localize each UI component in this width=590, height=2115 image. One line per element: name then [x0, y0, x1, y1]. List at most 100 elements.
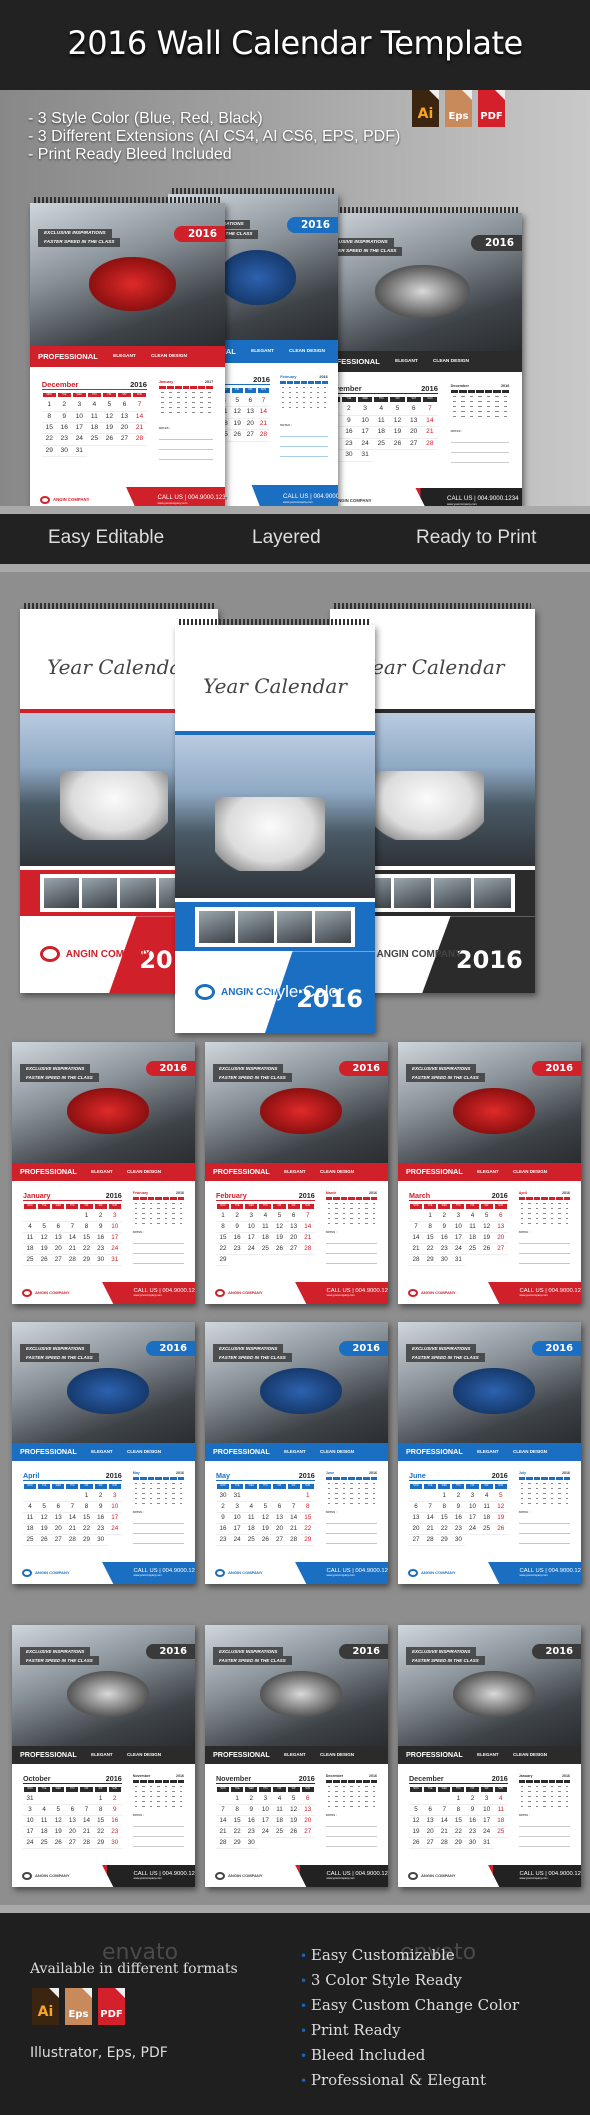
mini-calendar: July 2016	[518, 1471, 571, 1507]
day-cell: 7	[286, 1502, 301, 1514]
band-professional: PROFESSIONAL	[20, 1167, 77, 1177]
notes-label: NOTES :	[450, 429, 463, 433]
day-cells: 30 31 1 2 3 4 5 6 7 8 9 10 11 12 13 14 15 16 17 18 19 20 21 22 2…	[215, 1491, 315, 1546]
day-cell	[37, 1491, 52, 1503]
call-us-text: CALL US | 004.9000.1234	[157, 494, 226, 502]
band-elegant: ELEGANT	[251, 348, 274, 354]
day-cell: 12	[258, 1513, 273, 1524]
tagline: EXCLUSIVE INSPIRATIONS	[213, 1343, 284, 1353]
company-name: ANGIN COMPANY	[335, 497, 372, 503]
month-year: 2016	[130, 379, 147, 389]
day-cell: 4	[244, 1502, 259, 1514]
month-year: 2016	[298, 1191, 315, 1201]
month-name: April	[22, 1471, 40, 1481]
month-year: 2016	[491, 1774, 508, 1784]
day-cell: 29	[451, 1838, 466, 1849]
day-cell: 1	[41, 400, 57, 412]
month-grid: November2016MONTUEWEDTHUFRISATSUN1234567…	[324, 384, 438, 462]
band-clean-design: CLEAN DESIGN	[127, 1449, 162, 1455]
mini-weekday-label	[140, 1477, 147, 1481]
notes-label: NOTES :	[518, 1230, 530, 1234]
day-cell: 7	[256, 396, 270, 408]
tagline: FASTER SPEED IN THE CLASS	[20, 1352, 99, 1362]
year-badge: 2016	[531, 1341, 581, 1357]
day-cell: 26	[389, 439, 406, 451]
mini-weekday-label	[166, 385, 174, 389]
day-cell: 14	[437, 1816, 452, 1827]
mini-weekday-label	[355, 1477, 363, 1481]
mini-weekday-label	[147, 1197, 155, 1201]
mini-month-year: 2016	[369, 1191, 377, 1196]
day-cell: 10	[451, 1222, 466, 1234]
day-cell	[65, 1211, 80, 1223]
notes-area: NOTES :	[325, 1511, 377, 1544]
tagline: EXCLUSIVE INSPIRATIONS	[20, 1063, 91, 1073]
mini-week-row	[326, 1222, 377, 1226]
day-cell: 4	[37, 1805, 52, 1817]
mini-weekday-label	[190, 385, 198, 389]
notes-line	[158, 459, 214, 461]
band-clean-design: CLEAN DESIGN	[320, 1449, 355, 1455]
day-cell	[51, 1491, 66, 1503]
day-cell: 24	[230, 1535, 245, 1546]
day-cell: 30	[56, 446, 72, 458]
mini-weekday-label	[541, 1197, 548, 1201]
footer-format-icons: Ai Eps PDF	[32, 1988, 125, 2025]
band-clean-design: CLEAN DESIGN	[320, 1752, 355, 1758]
style-band: PROFESSIONAL ELEGANT CLEAN DESIGN	[398, 1745, 581, 1764]
day-cell: 29	[437, 1535, 452, 1546]
mini-calendar: June 2016	[325, 1471, 378, 1507]
vehicle-photo: EXCLUSIVE INSPIRATIONSFASTER SPEED IN TH…	[205, 1625, 388, 1746]
website-text: www.yourcompany.com	[133, 1294, 162, 1298]
mini-weekday-label	[147, 1780, 155, 1784]
day-cell: 27	[272, 1535, 287, 1546]
mini-month-name: January	[518, 1774, 533, 1779]
day-cell: 13	[243, 407, 257, 419]
tagline: EXCLUSIVE INSPIRATIONS	[38, 228, 112, 238]
feature-item: - 3 Different Extensions (AI CS4, AI CS6…	[28, 128, 401, 145]
band-professional: PROFESSIONAL	[20, 1447, 77, 1457]
weekday-label: MON	[216, 1484, 230, 1489]
day-cell: 3	[356, 404, 374, 416]
day-cell: 12	[479, 1222, 494, 1234]
mini-week-row	[451, 410, 510, 413]
mini-week-row	[133, 1212, 184, 1216]
mini-week-row	[519, 1497, 570, 1501]
notes-line	[280, 455, 328, 457]
month-grid: November2016MONTUEWEDTHUFRISATSUN1234567…	[215, 1774, 315, 1849]
vehicle-image	[371, 771, 484, 841]
weekday-label: WED	[438, 1484, 451, 1489]
day-cell: 12	[493, 1502, 508, 1514]
page-footer: ANGIN COMPANY CALL US | 004.9000.1234www.…	[12, 1864, 195, 1887]
day-cell: 17	[356, 427, 374, 439]
weekday-header: MONTUEWEDTHUFRISATSUN	[23, 1787, 122, 1792]
year-badge: 2016	[145, 1644, 195, 1660]
day-cell	[408, 1211, 424, 1223]
mini-weekday-label	[493, 390, 501, 393]
day-cell: 7	[408, 1222, 424, 1234]
mini-weekday-label	[526, 1197, 533, 1201]
month-grid: December 2016 MON TUE WED THU FRI SAT SUN 1 2 3 4 5 6 7…	[408, 1774, 508, 1849]
day-cell: 8	[79, 1502, 94, 1514]
day-cell: 29	[300, 1535, 315, 1546]
day-cell: 26	[37, 1535, 52, 1546]
day-cell: 11	[258, 1222, 273, 1234]
day-cell: 10	[244, 1222, 259, 1234]
day-cell: 5	[408, 1805, 424, 1817]
weekday-label: TUE	[231, 1204, 244, 1209]
weekday-label: THU	[452, 1204, 465, 1209]
day-cell	[22, 1211, 38, 1223]
day-cell	[423, 1491, 438, 1503]
month-year: 2016	[253, 375, 270, 385]
day-cell: 14	[300, 1222, 315, 1234]
day-cell: 16	[340, 427, 357, 439]
tagline: EXCLUSIVE INSPIRATIONS	[20, 1646, 91, 1656]
website-text: www.yourcompany.com	[157, 501, 188, 506]
day-cell: 13	[51, 1233, 66, 1244]
day-cell: 2	[451, 1491, 466, 1503]
mini-month-year: 2017	[204, 379, 214, 384]
weekday-label: SAT	[94, 1484, 107, 1489]
thumbnail-image	[237, 910, 274, 944]
day-cell: 14	[131, 412, 147, 424]
website-text: www.yourcompany.com	[519, 1294, 548, 1298]
